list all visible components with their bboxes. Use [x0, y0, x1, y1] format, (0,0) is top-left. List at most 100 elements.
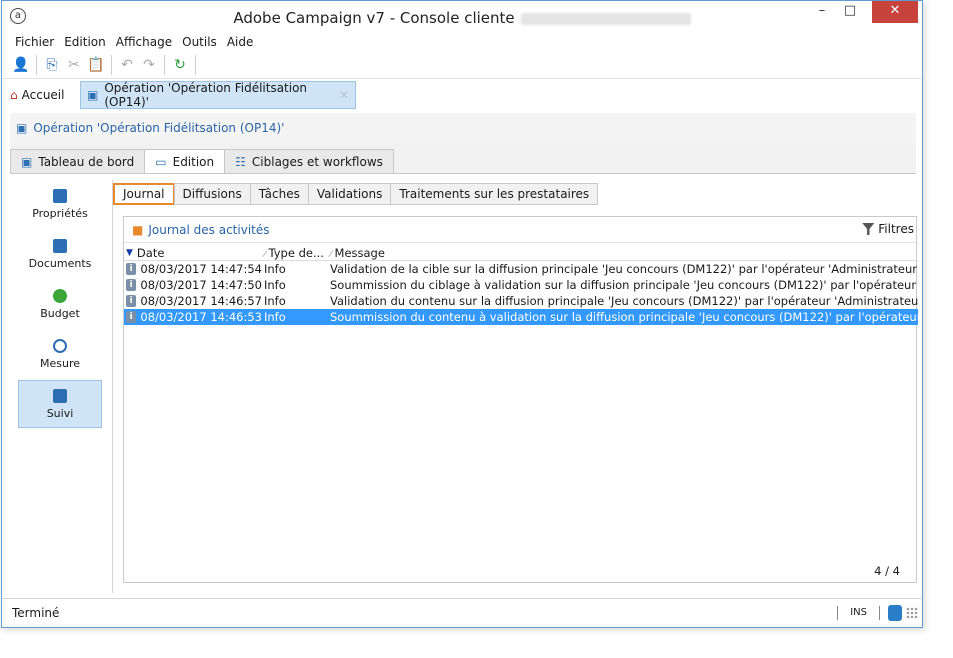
minimize-button[interactable]: –: [808, 1, 836, 23]
tab-ciblages-workflows[interactable]: ☷ Ciblages et workflows: [224, 149, 394, 173]
status-bar: Terminé INS: [2, 598, 922, 626]
cut-icon[interactable]: ✂: [63, 54, 85, 76]
tab-tableau-de-bord[interactable]: ▣ Tableau de bord: [10, 149, 146, 173]
tab-ciblages-workflows-label: Ciblages et workflows: [251, 154, 383, 169]
table-row[interactable]: i 08/03/2017 14:46:57 Info Validation du …: [124, 293, 918, 309]
operation-header: ▣ Opération 'Opération Fidélitsation (OP…: [10, 113, 916, 143]
toolbar-separator: [111, 54, 112, 75]
status-separator: [879, 605, 880, 620]
sidebar-item-label: Suivi: [46, 406, 74, 420]
row-message: Soummission du ciblage à validation sur …: [330, 278, 918, 292]
redo-icon[interactable]: ↷: [138, 54, 160, 76]
database-icon: [888, 604, 902, 621]
window-title: Adobe Campaign v7 - Console cliente: [2, 9, 922, 27]
sidebar: Propriétés Documents Budget Mesure Suivi: [14, 180, 106, 590]
gauge-icon: [53, 338, 67, 353]
app-window: a Adobe Campaign v7 - Console cliente – …: [1, 0, 923, 628]
info-icon: i: [126, 311, 137, 323]
sort-desc-icon: ▼: [126, 247, 133, 258]
journal-box: ■ Journal des activités Filtres ▼ Date ⁄…: [123, 216, 918, 583]
tab-traitements-prestataires[interactable]: Traitements sur les prestataires: [390, 183, 599, 205]
menu-fichier[interactable]: Fichier: [10, 33, 59, 51]
filters-label: Filtres: [878, 222, 914, 236]
row-type: Info: [264, 294, 286, 308]
tab-diffusions[interactable]: Diffusions: [173, 183, 251, 205]
tab-journal[interactable]: Journal: [113, 183, 175, 205]
menu-outils[interactable]: Outils: [177, 33, 222, 51]
column-header-message[interactable]: ⁄ Message: [328, 246, 918, 260]
record-count: 4 / 4: [874, 564, 900, 578]
home-icon: ⌂: [10, 88, 18, 102]
sidebar-item-budget[interactable]: Budget: [18, 280, 102, 328]
dashboard-icon: ▣: [21, 154, 33, 169]
close-button[interactable]: ✕: [872, 1, 918, 23]
toolbar: 👤 ⎘ ✂ 📋 ↶ ↷ ↻: [2, 51, 922, 79]
row-message: Validation de la cible sur la diffusion …: [330, 262, 918, 276]
toolbar-separator: [36, 54, 37, 75]
tab-validations[interactable]: Validations: [307, 183, 392, 205]
row-type: Info: [264, 262, 286, 276]
column-header-message-label: Message: [334, 245, 385, 260]
column-header-date[interactable]: ▼ Date: [124, 246, 262, 260]
sidebar-item-label: Mesure: [39, 356, 80, 370]
sidebar-item-proprietes[interactable]: Propriétés: [18, 180, 102, 228]
operation-content: ▣ Opération 'Opération Fidélitsation (OP…: [10, 113, 918, 598]
redacted-user-info: [520, 12, 691, 25]
column-resize-icon: ⁄: [330, 249, 332, 260]
filter-icon: [862, 223, 875, 235]
column-header-type-label: Type de...: [268, 245, 324, 260]
row-date: 08/03/2017 14:47:50: [140, 278, 262, 292]
tracking-icon: [53, 388, 67, 403]
sidebar-item-suivi[interactable]: Suivi: [18, 380, 102, 428]
filters-button[interactable]: Filtres: [862, 222, 914, 236]
document-tabs: ⌂ Accueil ▣ Opération 'Opération Fidélit…: [2, 79, 922, 109]
window-title-text: Adobe Campaign v7 - Console cliente: [233, 9, 515, 27]
row-message: Validation du contenu sur la diffusion p…: [330, 294, 918, 308]
title-bar[interactable]: a Adobe Campaign v7 - Console cliente – …: [2, 1, 922, 33]
info-icon: i: [126, 295, 137, 307]
column-resize-icon: ⁄: [264, 249, 266, 260]
close-tab-icon[interactable]: ✕: [339, 88, 349, 102]
tab-home-label: Accueil: [21, 88, 65, 102]
edition-icon: ▭: [155, 155, 167, 169]
row-message: Soummission du contenu à validation sur …: [330, 310, 918, 324]
row-type: Info: [264, 278, 286, 292]
undo-icon[interactable]: ↶: [116, 54, 138, 76]
resize-grip-icon[interactable]: [906, 606, 918, 619]
row-type: Info: [264, 310, 286, 324]
budget-icon: [53, 288, 67, 303]
menu-edition[interactable]: Edition: [59, 33, 111, 51]
table-row[interactable]: i 08/03/2017 14:47:50 Info Soummission du…: [124, 277, 918, 293]
table-row-selected[interactable]: i 08/03/2017 14:46:53 Info Soummission du…: [124, 309, 918, 325]
main-tabs: ▣ Tableau de bord ▭ Edition ☷ Ciblages e…: [10, 149, 394, 174]
tab-operation-label: Opération 'Opération Fidélitsation (OP14…: [104, 81, 308, 109]
sidebar-item-documents[interactable]: Documents: [18, 230, 102, 278]
menu-bar: Fichier Edition Affichage Outils Aide: [2, 33, 922, 51]
tab-home[interactable]: ⌂ Accueil: [10, 83, 64, 107]
tab-taches[interactable]: Tâches: [249, 183, 309, 205]
menu-aide[interactable]: Aide: [222, 33, 259, 51]
maximize-button[interactable]: □: [836, 1, 864, 23]
sidebar-item-label: Budget: [40, 306, 80, 320]
status-text: Terminé: [12, 605, 60, 620]
table-row[interactable]: i 08/03/2017 14:47:54 Info Validation de …: [124, 261, 918, 277]
copy-icon[interactable]: ⎘: [41, 54, 63, 76]
menu-affichage[interactable]: Affichage: [111, 33, 177, 51]
refresh-icon[interactable]: ↻: [169, 54, 191, 76]
journal-title: Journal des activités: [148, 222, 270, 237]
toolbar-separator: [195, 54, 196, 75]
operation-title: Opération 'Opération Fidélitsation (OP14…: [33, 121, 285, 135]
clipboard-icon: [53, 188, 67, 203]
tab-operation[interactable]: ▣ Opération 'Opération Fidélitsation (OP…: [80, 81, 356, 109]
operation-icon: ▣: [16, 121, 28, 135]
row-date: 08/03/2017 14:47:54: [140, 262, 262, 276]
new-user-icon[interactable]: 👤: [10, 54, 32, 76]
status-separator: [837, 605, 839, 620]
paste-icon[interactable]: 📋: [85, 54, 107, 76]
journal-header: ■ Journal des activités Filtres: [124, 217, 916, 243]
sidebar-item-mesure[interactable]: Mesure: [18, 330, 102, 378]
column-header-type[interactable]: ⁄ Type de...: [262, 246, 328, 260]
info-icon: i: [126, 263, 137, 275]
row-date: 08/03/2017 14:46:57: [140, 294, 262, 308]
tab-edition[interactable]: ▭ Edition: [144, 149, 226, 174]
